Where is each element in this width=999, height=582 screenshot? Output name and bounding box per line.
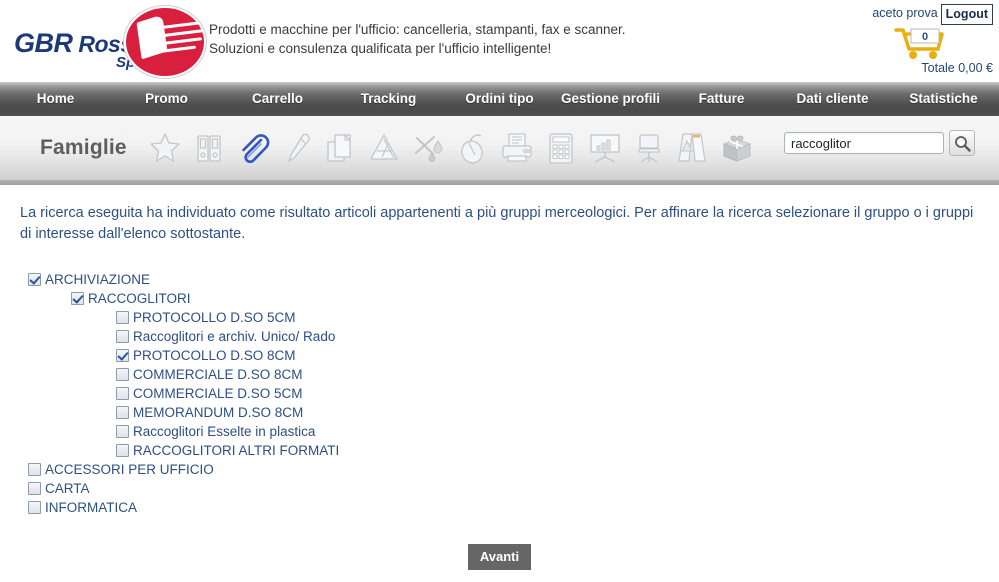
search-result-message: La ricerca eseguita ha individuato come … <box>20 205 974 242</box>
logo-gbr-text: GBR <box>14 28 73 58</box>
family-icon-binders[interactable] <box>187 126 231 170</box>
family-icon-computer-mouse[interactable] <box>451 126 495 170</box>
nav-item-statistiche[interactable]: Statistiche <box>888 82 999 116</box>
nav-item-gestione-profili[interactable]: Gestione profili <box>555 82 666 116</box>
nav-item-carrello[interactable]: Carrello <box>222 82 333 116</box>
checkbox-raccoglitori-altri-formati[interactable] <box>116 444 129 457</box>
tree-item-commerciale-dso-8cm[interactable]: COMMERCIALE D.SO 8CM <box>116 365 999 384</box>
checkbox-memorandum-dso-8cm[interactable] <box>116 406 129 419</box>
checkbox-raccoglitori[interactable] <box>71 292 84 305</box>
family-icon-row <box>143 126 759 170</box>
company-logo[interactable]: GBR Rossetto Spa <box>8 6 206 78</box>
main-navigation: Home Promo Carrello Tracking Ordini tipo… <box>0 82 999 116</box>
tree-label[interactable]: ACCESSORI PER UFFICIO <box>45 462 214 477</box>
checkbox-raccoglitori-esselte-in-plastica[interactable] <box>116 425 129 438</box>
header-tagline: Prodotti e macchine per l'ufficio: cance… <box>209 20 626 58</box>
tree-item-raccoglitori-archiv-unico-rado[interactable]: Raccoglitori e archiv. Unico/ Rado <box>116 327 999 346</box>
search-input[interactable] <box>784 132 944 154</box>
avanti-button[interactable]: Avanti <box>467 544 532 570</box>
family-icon-paper-sheets[interactable] <box>319 126 363 170</box>
families-toolbar: Famiglie <box>0 116 999 180</box>
cart-total-label: Totale 0,00 € <box>921 61 993 75</box>
page-header: GBR Rossetto Spa Prodotti e macchine per… <box>0 0 999 82</box>
tree-label[interactable]: MEMORANDUM D.SO 8CM <box>133 405 303 420</box>
family-icon-star[interactable] <box>143 126 187 170</box>
category-tree: ARCHIVIAZIONE RACCOGLITORI PROTOCOLLO D.… <box>0 270 999 517</box>
checkbox-accessori-per-ufficio[interactable] <box>28 463 41 476</box>
checkbox-protocollo-dso-5cm[interactable] <box>116 311 129 324</box>
search-button[interactable] <box>949 130 975 156</box>
tree-item-accessori-per-ufficio[interactable]: ACCESSORI PER UFFICIO <box>28 460 999 479</box>
search-icon <box>954 135 971 152</box>
tree-item-archiviazione[interactable]: ARCHIVIAZIONE <box>28 270 999 289</box>
tagline-line-2: Soluzioni e consulenza qualificata per l… <box>209 41 552 56</box>
toolbar-divider <box>0 180 999 185</box>
family-icon-printer[interactable] <box>495 126 539 170</box>
family-icon-office-chair[interactable] <box>627 126 671 170</box>
checkbox-protocollo-dso-8cm[interactable] <box>116 349 129 362</box>
families-label: Famiglie <box>40 136 127 159</box>
family-icon-presentation-board[interactable] <box>583 126 627 170</box>
checkbox-archiviazione[interactable] <box>28 273 41 286</box>
cart-count: 0 <box>922 31 928 43</box>
tree-item-raccoglitori-altri-formati[interactable]: RACCOGLITORI ALTRI FORMATI <box>116 441 999 460</box>
user-account-area: aceto prova Logout 0 Totale 0,00 € <box>823 4 993 75</box>
checkbox-informatica[interactable] <box>28 501 41 514</box>
tree-item-memorandum-dso-8cm[interactable]: MEMORANDUM D.SO 8CM <box>116 403 999 422</box>
tree-item-protocollo-dso-8cm[interactable]: PROTOCOLLO D.SO 8CM <box>116 346 999 365</box>
tree-label[interactable]: PROTOCOLLO D.SO 5CM <box>133 310 296 325</box>
shopping-cart-icon[interactable]: 0 <box>894 27 950 61</box>
tagline-line-1: Prodotti e macchine per l'ufficio: cance… <box>209 22 626 37</box>
nav-item-tracking[interactable]: Tracking <box>333 82 444 116</box>
checkbox-commerciale-dso-5cm[interactable] <box>116 387 129 400</box>
checkbox-commerciale-dso-8cm[interactable] <box>116 368 129 381</box>
checkbox-carta[interactable] <box>28 482 41 495</box>
nav-item-promo[interactable]: Promo <box>111 82 222 116</box>
family-icon-caution-sign[interactable] <box>671 126 715 170</box>
tree-label[interactable]: CARTA <box>45 481 90 496</box>
family-icon-paperclip[interactable] <box>231 126 275 170</box>
user-line: aceto prova Logout <box>823 4 993 25</box>
tree-label[interactable]: Raccoglitori e archiv. Unico/ Rado <box>133 329 335 344</box>
tree-item-carta[interactable]: CARTA <box>28 479 999 498</box>
family-icon-art-supplies[interactable] <box>407 126 451 170</box>
tree-label[interactable]: PROTOCOLLO D.SO 8CM <box>133 348 296 363</box>
logo-emblem-icon <box>124 6 206 78</box>
tree-label[interactable]: ARCHIVIAZIONE <box>45 272 150 287</box>
tree-label[interactable]: COMMERCIALE D.SO 8CM <box>133 367 303 382</box>
tree-label[interactable]: Raccoglitori Esselte in plastica <box>133 424 315 439</box>
user-name: aceto prova <box>872 6 938 20</box>
tree-item-protocollo-dso-5cm[interactable]: PROTOCOLLO D.SO 5CM <box>116 308 999 327</box>
checkbox-raccoglitori-archiv-unico-rado[interactable] <box>116 330 129 343</box>
nav-item-fatture[interactable]: Fatture <box>666 82 777 116</box>
family-icon-marker-pen[interactable] <box>275 126 319 170</box>
tree-label[interactable]: INFORMATICA <box>45 500 137 515</box>
tree-label[interactable]: RACCOGLITORI ALTRI FORMATI <box>133 443 339 458</box>
family-icon-calculator[interactable] <box>539 126 583 170</box>
main-content: La ricerca eseguita ha individuato come … <box>0 203 999 570</box>
tree-label[interactable]: COMMERCIALE D.SO 5CM <box>133 386 303 401</box>
form-actions: Avanti <box>0 544 999 570</box>
tree-item-raccoglitori-esselte-in-plastica[interactable]: Raccoglitori Esselte in plastica <box>116 422 999 441</box>
cart-widget[interactable]: 0 Totale 0,00 € <box>823 27 993 75</box>
nav-item-dati-cliente[interactable]: Dati cliente <box>777 82 888 116</box>
logout-button[interactable]: Logout <box>940 4 993 25</box>
tree-item-commerciale-dso-5cm[interactable]: COMMERCIALE D.SO 5CM <box>116 384 999 403</box>
tree-item-raccoglitori[interactable]: RACCOGLITORI <box>71 289 999 308</box>
family-icon-drafting-set[interactable] <box>363 126 407 170</box>
tree-label[interactable]: RACCOGLITORI <box>88 291 191 306</box>
search-area <box>784 130 975 156</box>
tree-item-informatica[interactable]: INFORMATICA <box>28 498 999 517</box>
nav-item-home[interactable]: Home <box>0 82 111 116</box>
family-icon-gift-box[interactable] <box>715 126 759 170</box>
nav-item-ordini-tipo[interactable]: Ordini tipo <box>444 82 555 116</box>
